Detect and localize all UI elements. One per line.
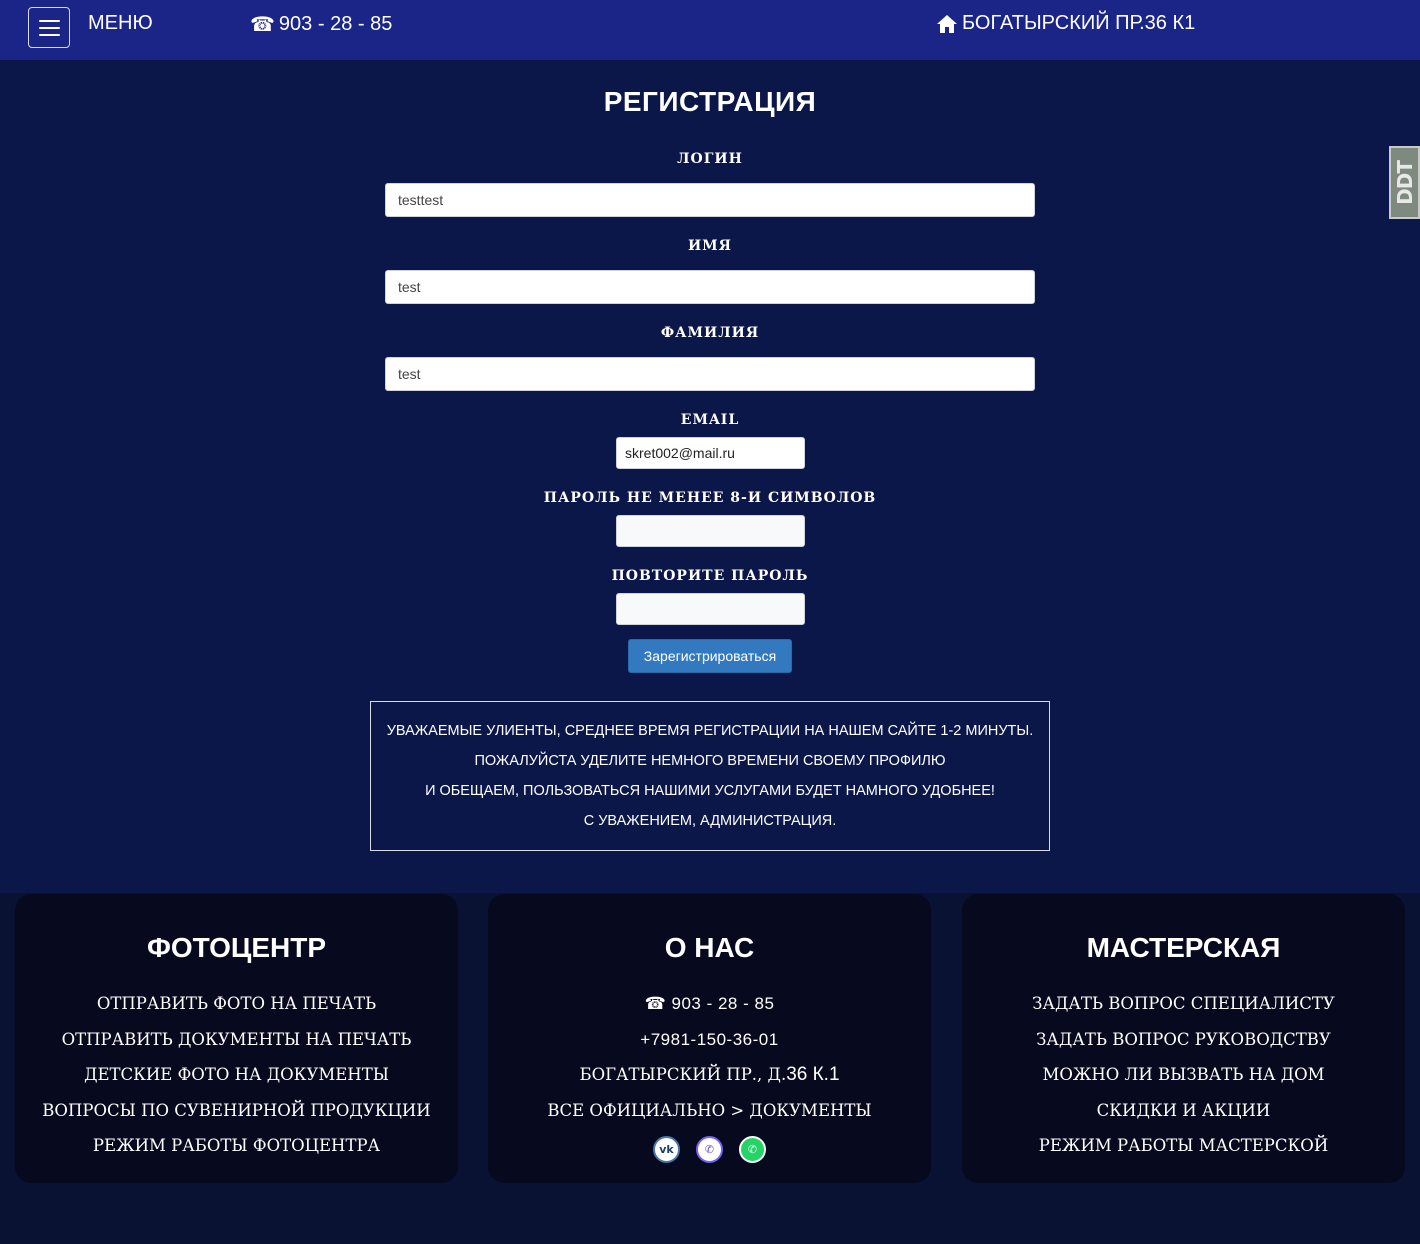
social-links: vk ✆ ✆ xyxy=(488,1136,931,1163)
footer-phone[interactable]: ☎ 903 - 28 - 85 xyxy=(488,986,931,1022)
footer-link-home-visit[interactable]: МОЖНО ЛИ ВЫЗВАТЬ НА ДОМ xyxy=(962,1057,1405,1093)
surname-input[interactable] xyxy=(385,357,1035,391)
footer-link-documents[interactable]: ВСЕ ОФИЦИАЛЬНО > ДОКУМЕНТЫ xyxy=(488,1093,931,1129)
about-title: О НАС xyxy=(664,932,755,963)
viber-icon[interactable]: ✆ xyxy=(696,1136,723,1163)
menu-label[interactable]: МЕНЮ xyxy=(88,12,153,35)
footer-mobile[interactable]: +7981-150-36-01 xyxy=(488,1022,931,1058)
whatsapp-icon[interactable]: ✆ xyxy=(739,1136,766,1163)
phone-icon: ☎ xyxy=(644,994,667,1013)
hamburger-menu-button[interactable] xyxy=(28,7,70,48)
name-input[interactable] xyxy=(385,270,1035,304)
header-address-text[interactable]: БОГАТЫРСКИЙ ПР.36 К1 xyxy=(962,12,1195,35)
page-title: РЕГИСТРАЦИЯ xyxy=(603,86,817,117)
hamburger-line xyxy=(38,33,60,36)
name-label: ИМЯ xyxy=(687,238,733,254)
footer-link-souvenirs[interactable]: ВОПРОСЫ ПО СУВЕНИРНОЙ ПРОДУКЦИИ xyxy=(15,1093,458,1129)
notice-line: ПОЖАЛУЙСТА УДЕЛИТЕ НЕМНОГО ВРЕМЕНИ СВОЕМ… xyxy=(474,753,946,769)
footer-link-discounts[interactable]: СКИДКИ И АКЦИИ xyxy=(962,1093,1405,1129)
footer-photocenter-card: ФОТОЦЕНТР ОТПРАВИТЬ ФОТО НА ПЕЧАТЬ ОТПРА… xyxy=(15,894,458,1183)
about-links: ☎ 903 - 28 - 85 +7981-150-36-01 БОГАТЫРС… xyxy=(488,986,931,1128)
photocenter-links: ОТПРАВИТЬ ФОТО НА ПЕЧАТЬ ОТПРАВИТЬ ДОКУМ… xyxy=(15,986,458,1164)
header-address[interactable]: БОГАТЫРСКИЙ ПР.36 К1 xyxy=(936,12,1195,35)
footer-address[interactable]: БОГАТЫРСКИЙ ПР., Д.36 К.1 xyxy=(488,1057,931,1093)
top-navbar: МЕНЮ ☎ 903 - 28 - 85 БОГАТЫРСКИЙ ПР.36 К… xyxy=(0,0,1420,60)
registration-notice: УВАЖАЕМЫЕ УЛИЕНТЫ, СРЕДНЕЕ ВРЕМЯ РЕГИСТР… xyxy=(370,701,1050,851)
photocenter-title: ФОТОЦЕНТР xyxy=(147,932,326,963)
footer-link-ask-specialist[interactable]: ЗАДАТЬ ВОПРОС СПЕЦИАЛИСТУ xyxy=(962,986,1405,1022)
vk-icon[interactable]: vk xyxy=(653,1136,680,1163)
password-input[interactable] xyxy=(616,515,805,547)
ddt-badge-text: DDT xyxy=(1392,160,1417,205)
footer-address-number: 36 К.1 xyxy=(786,1064,840,1085)
surname-label: ФАМИЛИЯ xyxy=(660,325,760,341)
footer-link-workshop-hours[interactable]: РЕЖИМ РАБОТЫ МАСТЕРСКОЙ xyxy=(962,1128,1405,1164)
password-repeat-label: ПОВТОРИТЕ ПАРОЛЬ xyxy=(611,568,809,584)
footer-link-photocenter-hours[interactable]: РЕЖИМ РАБОТЫ ФОТОЦЕНТРА xyxy=(15,1128,458,1164)
phone-icon: ☎ xyxy=(250,14,275,36)
password-repeat-input[interactable] xyxy=(616,593,805,625)
hamburger-line xyxy=(38,19,60,22)
login-label: ЛОГИН xyxy=(677,151,743,167)
notice-line: С УВАЖЕНИЕМ, АДМИНИСТРАЦИЯ. xyxy=(583,813,837,829)
footer-address-prefix: БОГАТЫРСКИЙ ПР., Д. xyxy=(579,1065,787,1084)
email-label: EMAIL xyxy=(680,412,740,428)
footer-link-ask-management[interactable]: ЗАДАТЬ ВОПРОС РУКОВОДСТВУ xyxy=(962,1022,1405,1058)
footer-link-kids-photo[interactable]: ДЕТСКИЕ ФОТО НА ДОКУМЕНТЫ xyxy=(15,1057,458,1093)
footer-workshop-card: МАСТЕРСКАЯ ЗАДАТЬ ВОПРОС СПЕЦИАЛИСТУ ЗАД… xyxy=(962,894,1405,1183)
header-phone[interactable]: ☎ 903 - 28 - 85 xyxy=(250,12,392,37)
notice-line: И ОБЕЩАЕМ, ПОЛЬЗОВАТЬСЯ НАШИМИ УСЛУГАМИ … xyxy=(425,783,995,799)
footer-link-send-documents[interactable]: ОТПРАВИТЬ ДОКУМЕНТЫ НА ПЕЧАТЬ xyxy=(15,1022,458,1058)
hamburger-line xyxy=(38,26,60,29)
workshop-title: МАСТЕРСКАЯ xyxy=(1086,932,1281,963)
header-phone-number[interactable]: 903 - 28 - 85 xyxy=(279,13,392,36)
workshop-links: ЗАДАТЬ ВОПРОС СПЕЦИАЛИСТУ ЗАДАТЬ ВОПРОС … xyxy=(962,986,1405,1164)
footer-phone-number[interactable]: 903 - 28 - 85 xyxy=(672,994,775,1013)
password-label: ПАРОЛЬ НЕ МЕНЕЕ 8-И СИМВОЛОВ xyxy=(543,490,877,506)
login-input[interactable] xyxy=(385,183,1035,217)
email-input[interactable] xyxy=(616,437,805,469)
notice-line: УВАЖАЕМЫЕ УЛИЕНТЫ, СРЕДНЕЕ ВРЕМЯ РЕГИСТР… xyxy=(386,723,1034,739)
register-submit-button[interactable]: Зарегистрироваться xyxy=(628,639,792,673)
home-icon xyxy=(937,14,957,33)
footer-link-send-photo[interactable]: ОТПРАВИТЬ ФОТО НА ПЕЧАТЬ xyxy=(15,986,458,1022)
